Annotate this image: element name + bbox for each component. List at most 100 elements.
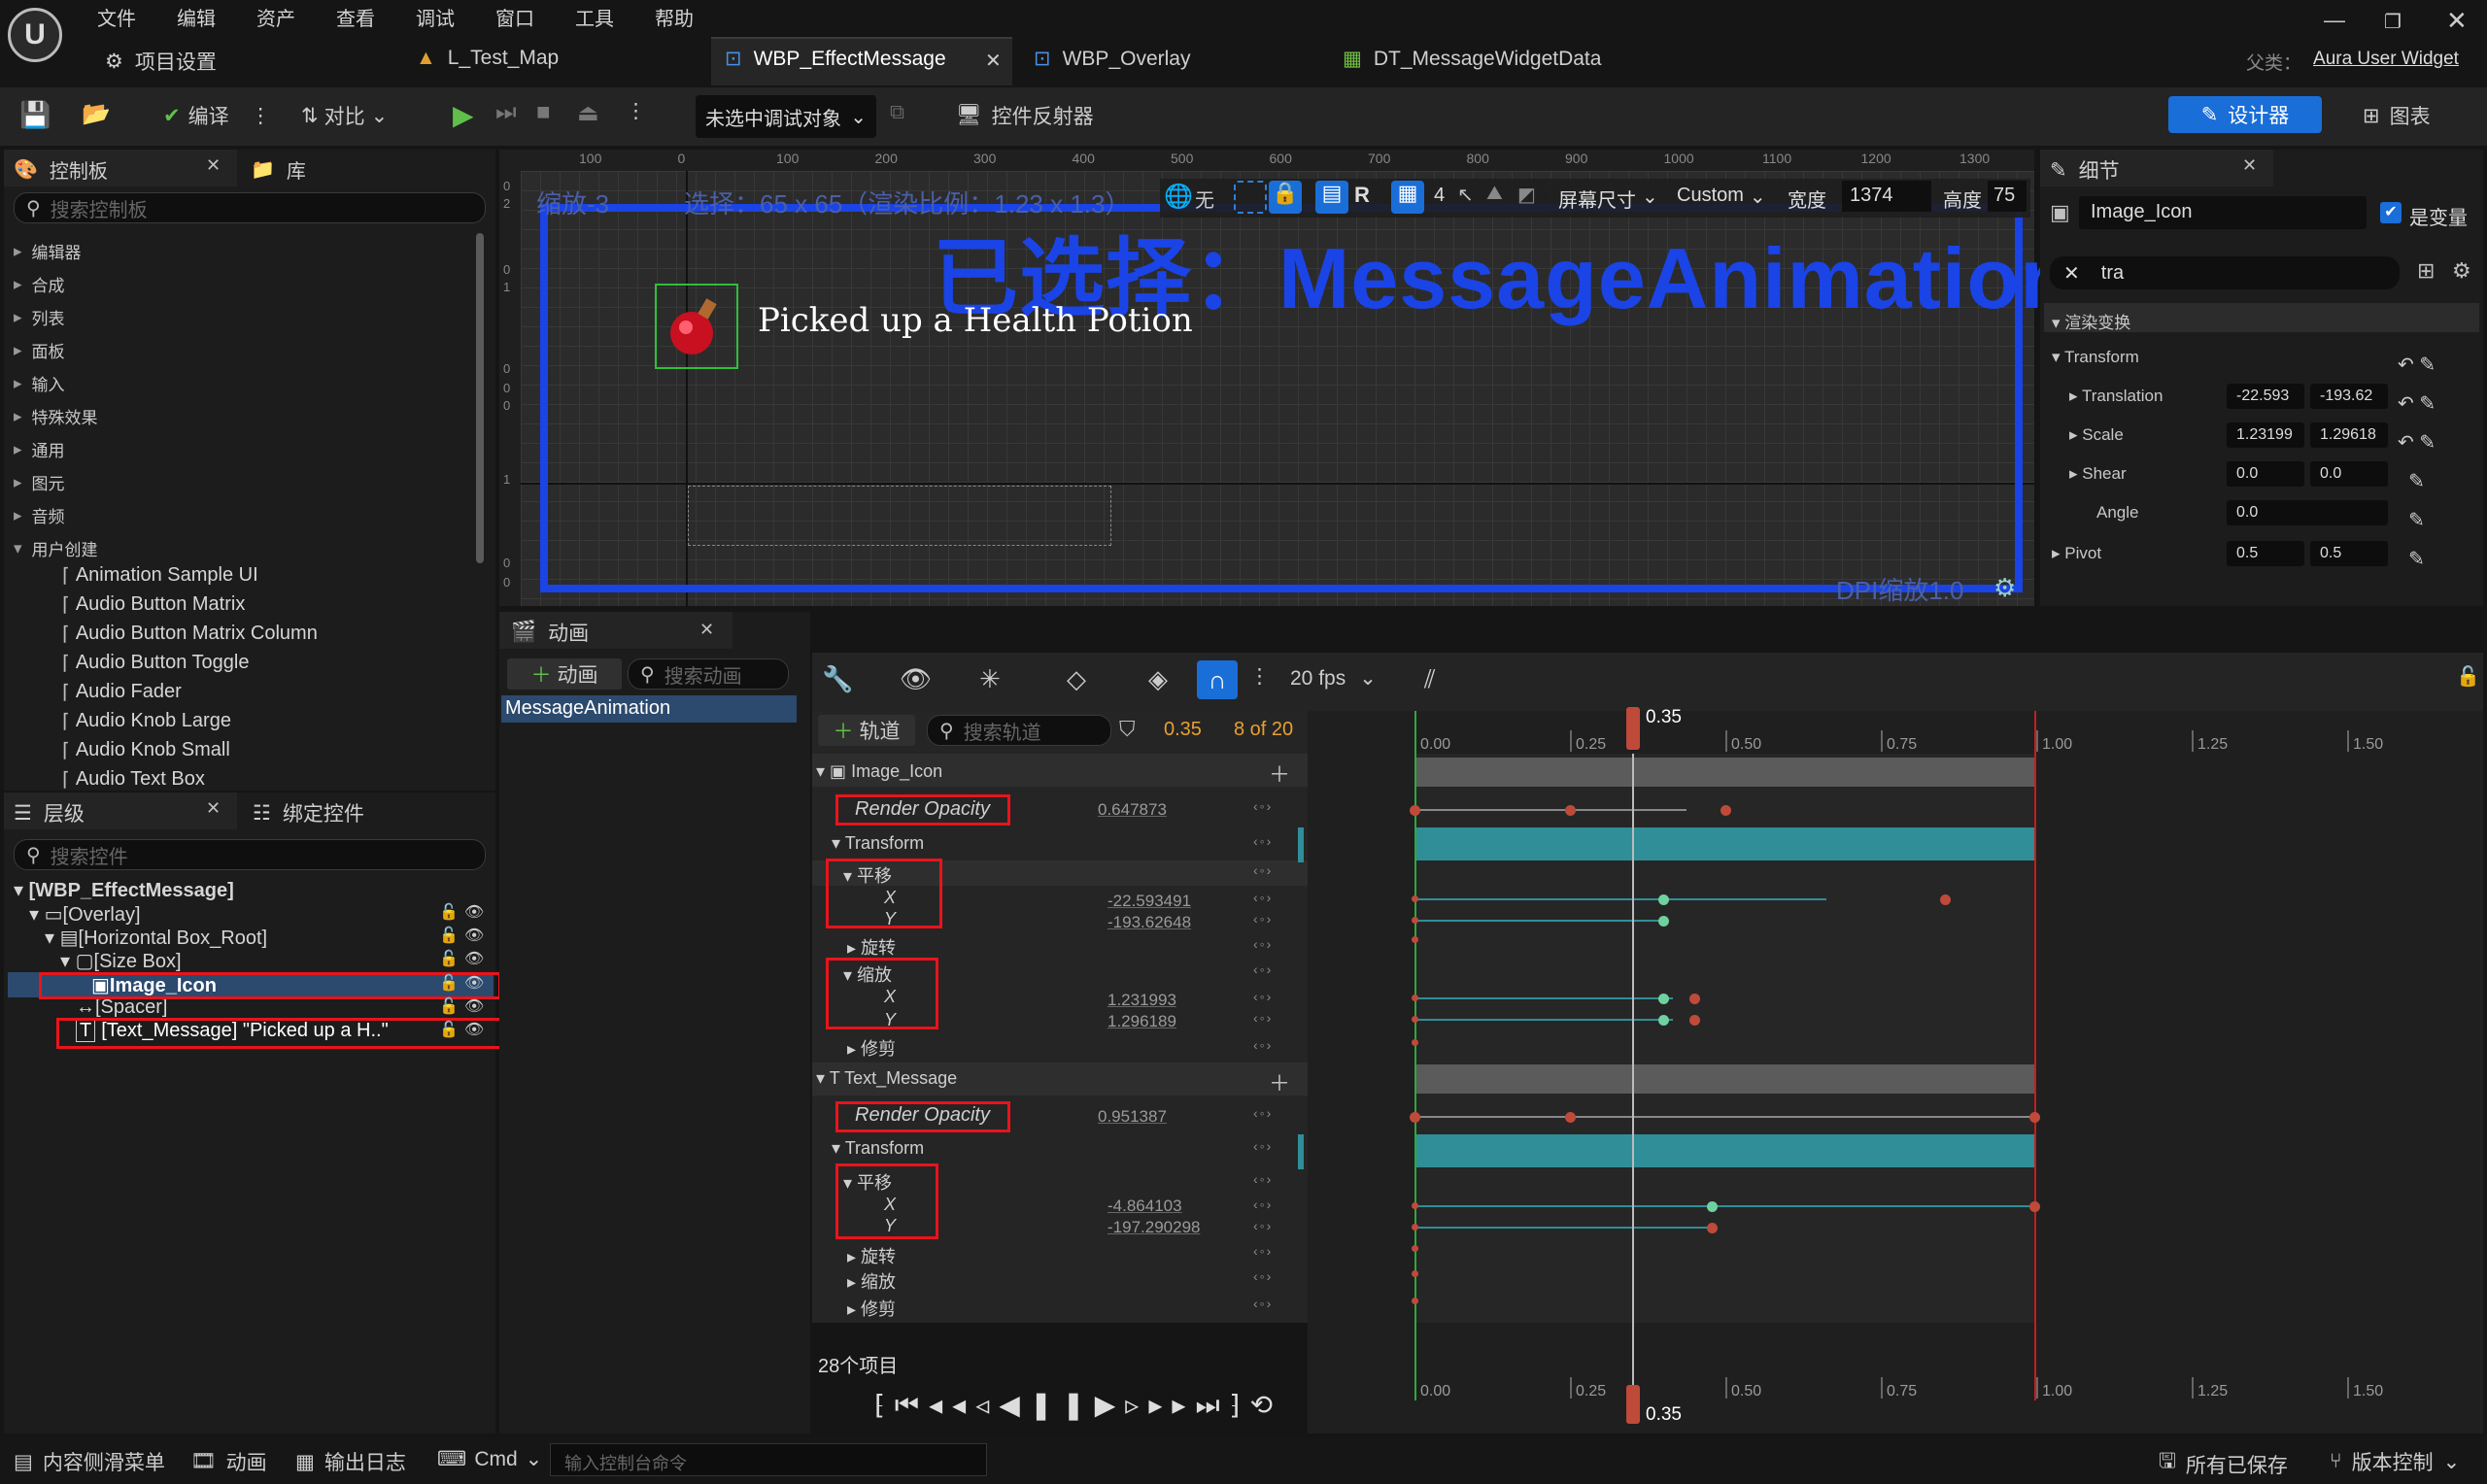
translate-x-value-2[interactable]: -4.864103 xyxy=(1107,1197,1182,1216)
palette-category[interactable]: ▸ 合成 xyxy=(14,272,65,296)
close-palette-icon[interactable]: ✕ xyxy=(206,155,221,176)
add-animation-button[interactable]: ＋动画 xyxy=(507,658,622,690)
track-rotate-1[interactable]: ▸ 旋转 xyxy=(847,934,896,960)
snap-magnet-icon[interactable]: ∩ xyxy=(1197,660,1238,699)
key-nav-buttons[interactable]: ‹◦› xyxy=(1253,798,1273,814)
scale-y-input[interactable]: 1.29618 xyxy=(2310,422,2388,448)
shear-label[interactable]: ▸ Shear xyxy=(2069,464,2127,484)
play-button[interactable]: ▶ xyxy=(453,99,474,131)
height-input[interactable]: 75 xyxy=(1988,181,2027,212)
playback-controls[interactable]: ⁅⏮◂◂◃◀❚❚▶▹▸▸⏭⁆⟲ xyxy=(874,1389,1282,1422)
keyframe-start[interactable] xyxy=(1412,1202,1418,1209)
track-shear-1[interactable]: ▸ 修剪 xyxy=(847,1035,896,1061)
eye-icon[interactable]: 👁 xyxy=(464,926,484,945)
key-nav-buttons[interactable]: ‹◦› xyxy=(1253,1243,1273,1259)
key-nav-buttons[interactable]: ‹◦› xyxy=(1253,833,1273,849)
snap-options-icon[interactable]: ⋮ xyxy=(1249,664,1270,689)
animation-status-button[interactable]: 🎞 动画 xyxy=(190,1447,267,1476)
debug-target-dropdown[interactable]: 未选中调试对象 ⌄ xyxy=(696,95,876,138)
keyframe-start[interactable] xyxy=(1412,936,1418,943)
step-button[interactable]: ⏭ xyxy=(495,99,517,126)
grid-value[interactable]: 4 xyxy=(1434,185,1445,207)
palette-widget-item[interactable]: ⌈ Audio Knob Small xyxy=(62,738,230,762)
menu-help[interactable]: 帮助 xyxy=(655,3,694,31)
tab-library[interactable]: 📁 库 xyxy=(251,155,306,184)
key-nav-buttons[interactable]: ‹◦› xyxy=(1253,862,1273,878)
tree-overlay[interactable]: ▾ ▭[Overlay] xyxy=(29,902,141,927)
fps-dropdown[interactable]: 20 fps ⌄ xyxy=(1290,666,1377,691)
clear-search-icon[interactable]: ✕ xyxy=(2063,261,2080,286)
translate-y-value-2[interactable]: -197.290298 xyxy=(1107,1218,1200,1237)
tab-project-settings[interactable]: ⚙ 项目设置 xyxy=(105,47,217,76)
stop-button[interactable]: ■ xyxy=(536,99,551,126)
angle-input[interactable]: 0.0 xyxy=(2227,500,2388,525)
keyframe-point[interactable] xyxy=(1658,916,1669,927)
animation-search[interactable]: ⚲ 搜索动画 xyxy=(628,658,789,690)
palette-category[interactable]: ▸ 特殊效果 xyxy=(14,404,98,428)
close-details-icon[interactable]: ✕ xyxy=(2242,155,2257,176)
tree-root[interactable]: ▾ [WBP_EffectMessage] xyxy=(14,878,234,902)
palette-category[interactable]: ▸ 编辑器 xyxy=(14,239,82,263)
minimize-button[interactable]: — xyxy=(2324,8,2345,33)
mountain-icon[interactable]: ⛰ xyxy=(1486,183,1503,205)
respect-locks-icon[interactable]: R xyxy=(1354,183,1370,208)
width-input[interactable]: 1374 xyxy=(1842,181,1931,212)
play-options-icon[interactable]: ⋮ xyxy=(626,99,646,123)
key-nav-buttons[interactable]: ‹◦› xyxy=(1253,890,1273,905)
potion-image[interactable] xyxy=(655,284,738,369)
scale-y-value-1[interactable]: 1.296189 xyxy=(1107,1012,1176,1031)
close-tab-icon[interactable]: ✕ xyxy=(985,49,1002,73)
palette-category[interactable]: ▸ 图元 xyxy=(14,470,65,494)
key-nav-buttons[interactable]: ‹◦› xyxy=(1253,1105,1273,1121)
filter-icon[interactable]: ⛉ xyxy=(1119,717,1136,742)
outliner-scrollbar[interactable] xyxy=(1298,827,1304,862)
add-track-button[interactable]: ＋轨道 xyxy=(818,715,915,746)
keyframe-start[interactable] xyxy=(1412,995,1418,1001)
grid-snap-icon[interactable]: ▦ xyxy=(1391,181,1424,214)
tab-overlay[interactable]: ⊡ WBP_Overlay xyxy=(1034,47,1190,71)
menu-debug[interactable]: 调试 xyxy=(416,3,455,31)
hierarchy-search[interactable]: ⚲ 搜索控件 xyxy=(14,839,486,870)
menu-window[interactable]: 窗口 xyxy=(495,3,534,31)
keyframe-add-icon[interactable]: ◈ xyxy=(1148,664,1168,694)
menu-edit[interactable]: 编辑 xyxy=(177,3,216,31)
close-animations-icon[interactable]: ✕ xyxy=(699,620,714,640)
keyframe-start[interactable] xyxy=(1412,1016,1418,1023)
track-search[interactable]: ⚲ 搜索轨道 xyxy=(927,715,1111,746)
scale-x-input[interactable]: 1.23199 xyxy=(2227,422,2304,448)
keyframe-point[interactable] xyxy=(1658,1015,1669,1026)
key-nav-buttons[interactable]: ‹◦› xyxy=(1253,1268,1273,1284)
close-window-button[interactable]: ✕ xyxy=(2446,6,2468,36)
palette-category[interactable]: ▾ 用户创建 xyxy=(14,536,98,560)
details-settings-icon[interactable]: ⚙ xyxy=(2452,258,2471,284)
lock-icon[interactable]: 🔓 xyxy=(439,926,459,945)
maximize-button[interactable]: ❐ xyxy=(2384,10,2402,34)
compile-button[interactable]: ✔ 编译 ⋮ xyxy=(163,101,271,130)
render-transform-section[interactable]: ▾ 渲染变换 xyxy=(2052,309,2130,333)
key-nav-buttons[interactable]: ‹◦› xyxy=(1253,1138,1273,1154)
tab-bind-widgets[interactable]: ☷ 绑定控件 xyxy=(253,798,364,827)
translation-y-input[interactable]: -193.62 xyxy=(2310,384,2388,409)
keyframe-point[interactable] xyxy=(1707,1201,1718,1212)
keyframe-start[interactable] xyxy=(1412,1298,1418,1304)
key-nav-buttons[interactable]: ‹◦› xyxy=(1253,911,1273,927)
graph-button[interactable]: ⊞ 图表 xyxy=(2363,101,2431,130)
opacity-value-2[interactable]: 0.951387 xyxy=(1098,1107,1167,1127)
keyframe-point[interactable] xyxy=(1707,1223,1718,1233)
translation-x-input[interactable]: -22.593 xyxy=(2227,384,2304,409)
tree-size-box[interactable]: ▾ ▢[Size Box] xyxy=(60,949,182,973)
track-scale-2[interactable]: ▸ 缩放 xyxy=(847,1268,896,1294)
key-nav-buttons[interactable]: ‹◦› xyxy=(1253,989,1273,1004)
select-mode-icon[interactable] xyxy=(1234,181,1267,214)
globe-icon[interactable]: 🌐 xyxy=(1164,183,1193,211)
layout-icon[interactable]: ▤ xyxy=(1315,181,1348,214)
track-shear-2[interactable]: ▸ 修剪 xyxy=(847,1296,896,1321)
close-hierarchy-icon[interactable]: ✕ xyxy=(206,798,221,819)
current-time[interactable]: 0.35 xyxy=(1164,719,1202,741)
tab-animations[interactable]: 🎬 动画 xyxy=(511,618,589,647)
lock-icon[interactable]: 🔓 xyxy=(439,973,459,993)
eye-icon[interactable]: 👁 xyxy=(464,973,484,993)
save-icon[interactable]: 💾 xyxy=(19,100,51,130)
lock-icon[interactable]: 🔓 xyxy=(439,902,459,922)
track-image-icon[interactable]: ▾ ▣ Image_Icon xyxy=(816,761,942,782)
